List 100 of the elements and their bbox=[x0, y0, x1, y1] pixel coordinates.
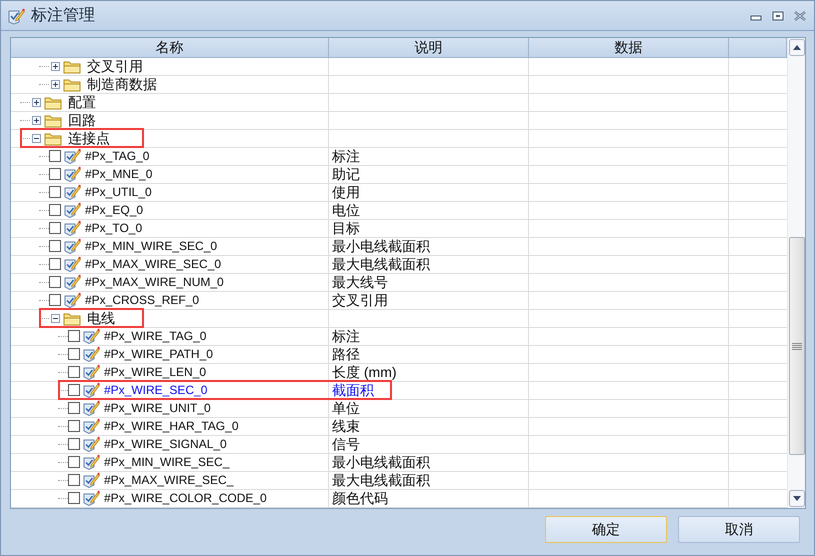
expander-icon[interactable] bbox=[51, 80, 60, 89]
checkbox[interactable] bbox=[68, 456, 80, 468]
checklist-pencil-icon bbox=[64, 184, 82, 200]
checklist-pencil-icon bbox=[64, 292, 82, 308]
dialog-button[interactable]: 确定 bbox=[545, 516, 667, 543]
checkbox[interactable] bbox=[49, 186, 61, 198]
checklist-pencil-icon bbox=[7, 6, 25, 24]
maximize-icon[interactable] bbox=[772, 10, 784, 20]
description-text: 最大电线截面积 bbox=[332, 256, 430, 272]
checkbox[interactable] bbox=[49, 222, 61, 234]
description-text: 最小电线截面积 bbox=[332, 238, 430, 254]
checklist-pencil-icon bbox=[83, 454, 101, 470]
checkbox[interactable] bbox=[49, 258, 61, 270]
field-name[interactable]: #Px_MAX_WIRE_SEC_ bbox=[104, 472, 234, 489]
tree-item-label[interactable]: 交叉引用 bbox=[87, 58, 143, 75]
description-text: 截面积 bbox=[332, 382, 374, 398]
folder-icon bbox=[44, 132, 62, 146]
field-name[interactable]: #Px_UTIL_0 bbox=[85, 184, 152, 201]
field-name[interactable]: #Px_WIRE_SIGNAL_0 bbox=[104, 436, 227, 453]
checklist-pencil-icon bbox=[64, 166, 82, 182]
field-name[interactable]: #Px_WIRE_TAG_0 bbox=[104, 328, 206, 345]
field-name[interactable]: #Px_MNE_0 bbox=[85, 166, 152, 183]
description-text: 标注 bbox=[332, 148, 360, 164]
folder-icon bbox=[44, 96, 62, 110]
description-text: 最小电线截面积 bbox=[332, 454, 430, 470]
description-text: 信号 bbox=[332, 436, 360, 452]
checkbox[interactable] bbox=[68, 420, 80, 432]
window-title: 标注管理 bbox=[31, 6, 95, 26]
checkbox[interactable] bbox=[68, 474, 80, 486]
checkbox[interactable] bbox=[49, 150, 61, 162]
checklist-pencil-icon bbox=[83, 490, 101, 506]
folder-icon bbox=[63, 60, 81, 74]
vertical-scrollbar[interactable] bbox=[787, 38, 805, 508]
field-name[interactable]: #Px_EQ_0 bbox=[85, 202, 144, 219]
tree-item-label[interactable]: 配置 bbox=[68, 94, 96, 111]
checkbox[interactable] bbox=[68, 384, 80, 396]
description-text: 交叉引用 bbox=[332, 292, 388, 308]
column-header[interactable]: 名称 bbox=[11, 38, 329, 58]
folder-icon bbox=[44, 114, 62, 128]
expander-icon[interactable] bbox=[51, 62, 60, 71]
field-name[interactable]: #Px_WIRE_SEC_0 bbox=[104, 382, 208, 399]
checklist-pencil-icon bbox=[83, 472, 101, 488]
close-icon[interactable] bbox=[794, 10, 806, 20]
description-text: 最大电线截面积 bbox=[332, 472, 430, 488]
checkbox[interactable] bbox=[49, 168, 61, 180]
description-text: 使用 bbox=[332, 184, 360, 200]
checklist-pencil-icon bbox=[64, 148, 82, 164]
tree-item-label[interactable]: 连接点 bbox=[68, 130, 110, 147]
tree-item-label[interactable]: 电线 bbox=[87, 310, 115, 327]
tree-item-label[interactable]: 制造商数据 bbox=[87, 76, 157, 93]
checkbox[interactable] bbox=[49, 276, 61, 288]
description-text: 路径 bbox=[332, 346, 360, 362]
description-text: 目标 bbox=[332, 220, 360, 236]
folder-icon bbox=[63, 312, 81, 326]
expander-icon[interactable] bbox=[32, 134, 41, 143]
checkbox[interactable] bbox=[68, 492, 80, 504]
checkbox[interactable] bbox=[68, 366, 80, 378]
field-name[interactable]: #Px_MIN_WIRE_SEC_0 bbox=[85, 238, 218, 255]
description-text: 长度 (mm) bbox=[332, 364, 397, 380]
column-header[interactable]: 说明 bbox=[329, 38, 529, 58]
checklist-pencil-icon bbox=[64, 274, 82, 290]
scroll-up-icon[interactable] bbox=[788, 39, 804, 56]
checklist-pencil-icon bbox=[83, 382, 101, 398]
description-text: 助记 bbox=[332, 166, 360, 182]
checkbox[interactable] bbox=[68, 330, 80, 342]
field-name[interactable]: #Px_MAX_WIRE_NUM_0 bbox=[85, 274, 224, 291]
checkbox[interactable] bbox=[68, 348, 80, 360]
field-name[interactable]: #Px_WIRE_HAR_TAG_0 bbox=[104, 418, 238, 435]
field-name[interactable]: #Px_TAG_0 bbox=[85, 148, 150, 165]
column-header[interactable]: 数据 bbox=[529, 38, 729, 58]
checklist-pencil-icon bbox=[83, 418, 101, 434]
description-text: 电位 bbox=[332, 202, 360, 218]
field-name[interactable]: #Px_TO_0 bbox=[85, 220, 142, 237]
checklist-pencil-icon bbox=[83, 328, 101, 344]
checkbox[interactable] bbox=[68, 402, 80, 414]
checklist-pencil-icon bbox=[64, 238, 82, 254]
expander-icon[interactable] bbox=[51, 314, 60, 323]
tree-item-label[interactable]: 回路 bbox=[68, 112, 96, 129]
description-text: 线束 bbox=[332, 418, 360, 434]
checkbox[interactable] bbox=[49, 294, 61, 306]
expander-icon[interactable] bbox=[32, 116, 41, 125]
field-name[interactable]: #Px_CROSS_REF_0 bbox=[85, 292, 200, 309]
scroll-down-icon[interactable] bbox=[788, 490, 804, 507]
checkbox[interactable] bbox=[49, 204, 61, 216]
checklist-pencil-icon bbox=[83, 346, 101, 362]
scroll-thumb[interactable] bbox=[788, 237, 804, 455]
field-name[interactable]: #Px_WIRE_LEN_0 bbox=[104, 364, 206, 381]
checkbox[interactable] bbox=[68, 438, 80, 450]
description-text: 最大线号 bbox=[332, 274, 388, 290]
checkbox[interactable] bbox=[49, 240, 61, 252]
field-name[interactable]: #Px_WIRE_COLOR_CODE_0 bbox=[104, 490, 267, 507]
folder-icon bbox=[63, 78, 81, 92]
dialog-button[interactable]: 取消 bbox=[678, 516, 800, 543]
expander-icon[interactable] bbox=[32, 98, 41, 107]
checklist-pencil-icon bbox=[83, 364, 101, 380]
checklist-pencil-icon bbox=[83, 400, 101, 416]
field-name[interactable]: #Px_MIN_WIRE_SEC_ bbox=[104, 454, 230, 471]
field-name[interactable]: #Px_WIRE_PATH_0 bbox=[104, 346, 213, 363]
field-name[interactable]: #Px_MAX_WIRE_SEC_0 bbox=[85, 256, 222, 273]
field-name[interactable]: #Px_WIRE_UNIT_0 bbox=[104, 400, 211, 417]
